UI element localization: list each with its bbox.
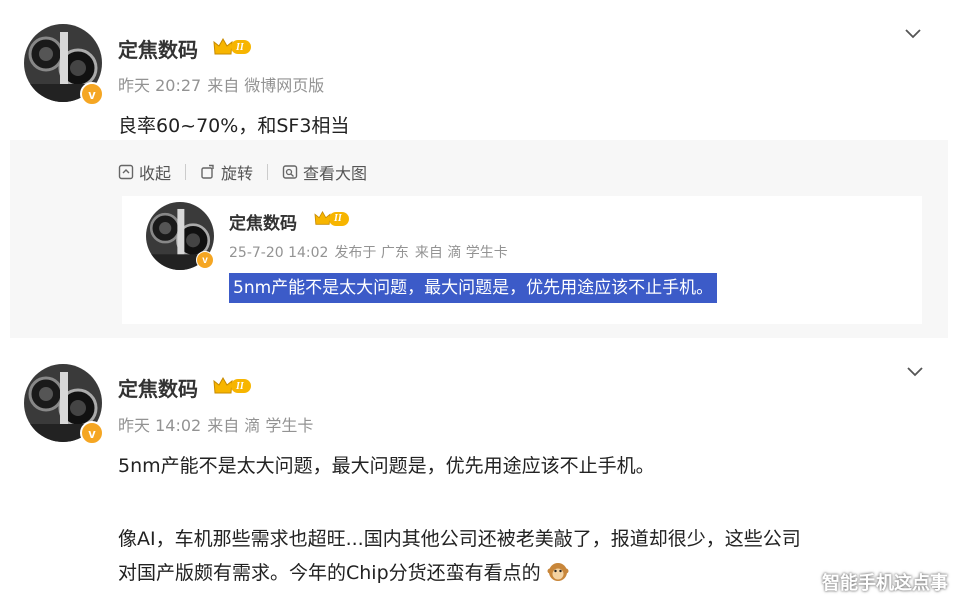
post-source: 来自 微博网页版 <box>207 76 325 95</box>
view-large-button[interactable]: 查看大图 <box>282 160 381 184</box>
rotate-icon <box>201 164 214 179</box>
level-badge: II <box>231 40 251 54</box>
post-meta: 昨天 20:27 来自 微博网页版 <box>118 72 330 96</box>
crown-icon <box>213 377 233 394</box>
post-meta: 昨天 14:02 来自 滴 学生卡 <box>118 412 319 436</box>
chevron-down-icon[interactable] <box>904 360 926 382</box>
verified-badge-icon: v <box>80 421 104 445</box>
post-source: 来自 滴 学生卡 <box>207 416 314 435</box>
divider <box>267 164 269 180</box>
post-text-line: 像AI，车机那些需求也超旺...国内其他公司还被老美敲了，报道却很少，这些公司 <box>118 528 801 550</box>
collapse-button[interactable]: 收起 <box>118 160 185 184</box>
level-badge: II <box>231 379 251 393</box>
post-text-line-content: 对国产版颇有需求。今年的Chip分货还蛮有看点的 <box>118 562 541 584</box>
view-large-label: 查看大图 <box>303 164 368 183</box>
crown-level-icon[interactable]: II <box>213 377 251 395</box>
divider <box>185 164 187 180</box>
crown-level-icon[interactable]: II <box>213 38 251 56</box>
quoted-location: 发布于 广东 <box>334 245 409 261</box>
rotate-button[interactable]: 旋转 <box>200 160 267 184</box>
author-name[interactable]: 定焦数码 <box>118 373 198 402</box>
image-toolbar: 收起 旋转 查看大图 <box>118 160 381 184</box>
quoted-text-selected: 5nm产能不是太大问题，最大问题是，优先用途应该不止手机。 <box>229 273 718 303</box>
quoted-author-name: 定焦数码 <box>229 214 297 234</box>
monkey-emoji-icon <box>547 563 569 581</box>
quoted-source: 来自 滴 学生卡 <box>414 245 508 261</box>
author-name[interactable]: 定焦数码 <box>118 34 198 63</box>
crown-icon <box>213 38 233 55</box>
level-badge: II <box>329 211 349 226</box>
quoted-meta: 25-7-20 14:02 发布于 广东 来自 滴 学生卡 <box>229 242 514 262</box>
post-time[interactable]: 昨天 20:27 <box>118 76 201 95</box>
rotate-label: 旋转 <box>221 164 254 183</box>
chevron-down-icon[interactable] <box>902 22 924 44</box>
post-text-line: 5nm产能不是太大问题，最大问题是，优先用途应该不止手机。 <box>118 455 655 477</box>
crown-level-icon: II <box>314 211 349 226</box>
post-time[interactable]: 昨天 14:02 <box>118 416 201 435</box>
collapse-label: 收起 <box>139 164 172 183</box>
post-text: 良率60~70%，和SF3相当 <box>118 115 350 137</box>
watermark: 智能手机这点事 <box>822 573 948 594</box>
verified-badge-icon: v <box>80 82 104 106</box>
view-large-icon <box>282 165 298 179</box>
post-text-line: 对国产版颇有需求。今年的Chip分货还蛮有看点的 <box>118 558 569 588</box>
quoted-time: 25-7-20 14:02 <box>229 245 329 261</box>
collapse-icon <box>118 164 134 180</box>
verified-badge-icon: v <box>196 251 214 269</box>
